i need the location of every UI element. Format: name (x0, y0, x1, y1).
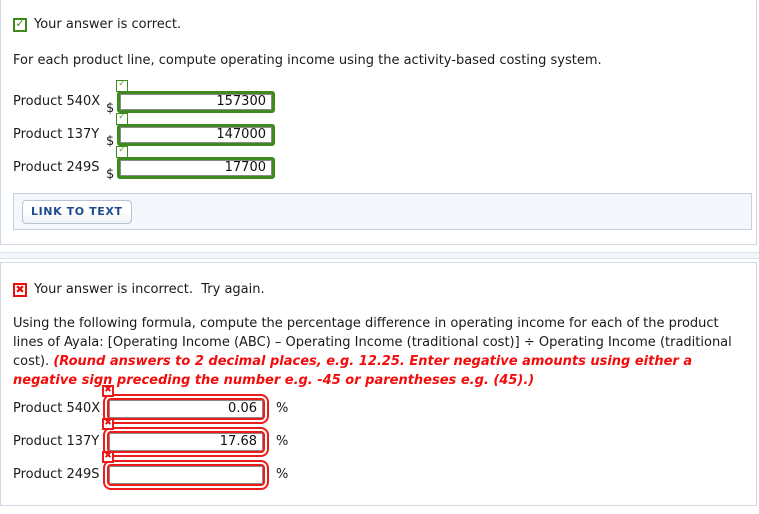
link-to-text-bar: LINK TO TEXT (13, 193, 752, 230)
field-status-badge: ✓ (116, 145, 128, 158)
row-label: Product 540X (13, 401, 101, 416)
percent-symbol: % (276, 467, 289, 482)
row-label: Product 137Y (13, 127, 100, 142)
row-label: Product 137Y (13, 434, 100, 449)
cross-icon: ✖ (102, 417, 114, 430)
cross-icon: ✖ (102, 450, 114, 463)
field-wrapper: ✓ (116, 112, 275, 146)
panel-separator-strip (0, 252, 759, 259)
answer-row: Product 540X $ ✓ (13, 79, 275, 118)
checkmark-icon: ✓ (116, 112, 128, 125)
checkmark-icon: ✓ (116, 145, 128, 158)
cross-icon: ✖ (102, 384, 114, 397)
status-message-incorrect: ✖ Your answer is incorrect. Try again. (13, 282, 265, 297)
cross-icon: ✖ (13, 282, 27, 297)
answer-row: Product 137Y ✖ % (13, 417, 289, 458)
field-status-badge: ✓ (116, 79, 128, 92)
row-label: Product 249S (13, 467, 100, 482)
answer-list-1: Product 540X $ ✓ Product 137Y $ (13, 79, 275, 184)
field-status-badge: ✖ (102, 450, 114, 463)
row-label: Product 540X (13, 94, 101, 109)
checkmark-icon: ✓ (116, 79, 128, 92)
answer-row: Product 137Y $ ✓ (13, 112, 275, 151)
operating-income-input-249s[interactable] (117, 156, 275, 179)
question-prompt-2: Using the following formula, compute the… (13, 314, 748, 390)
operating-income-input-540x[interactable] (117, 90, 275, 113)
percent-difference-input-249s[interactable] (107, 463, 265, 486)
status-text: Your answer is correct. (34, 17, 182, 32)
question-panel-correct: ✓ Your answer is correct. For each produ… (0, 0, 757, 245)
exercise-page: ✓ Your answer is correct. For each produ… (0, 0, 759, 514)
status-message-correct: ✓ Your answer is correct. (13, 17, 181, 32)
field-wrapper: ✖ (102, 450, 269, 488)
field-wrapper: ✓ (116, 79, 275, 113)
answer-row: Product 249S $ ✓ (13, 145, 275, 184)
percent-difference-input-540x[interactable] (107, 397, 265, 420)
status-text: Your answer is incorrect. Try again. (34, 282, 265, 297)
operating-income-input-137y[interactable] (117, 123, 275, 146)
link-to-text-button[interactable]: LINK TO TEXT (22, 199, 132, 224)
checkmark-icon: ✓ (13, 17, 27, 32)
field-wrapper: ✖ (102, 384, 269, 422)
field-status-badge: ✖ (102, 417, 114, 430)
field-wrapper: ✓ (116, 145, 275, 179)
currency-symbol: $ (106, 167, 115, 182)
question-prompt-1: For each product line, compute operating… (13, 53, 602, 68)
prompt-note-text: (Round answers to 2 decimal places, e.g.… (13, 354, 693, 388)
answer-list-2: Product 540X ✖ % Product 137Y ✖ (13, 384, 289, 491)
field-status-badge: ✓ (116, 112, 128, 125)
question-panel-incorrect: ✖ Your answer is incorrect. Try again. U… (0, 262, 757, 506)
row-label: Product 249S (13, 160, 100, 175)
field-status-badge: ✖ (102, 384, 114, 397)
answer-row: Product 249S ✖ % (13, 450, 289, 491)
field-wrapper: ✖ (102, 417, 269, 455)
percent-difference-input-137y[interactable] (107, 430, 265, 453)
percent-symbol: % (276, 434, 289, 449)
answer-row: Product 540X ✖ % (13, 384, 289, 425)
percent-symbol: % (276, 401, 289, 416)
